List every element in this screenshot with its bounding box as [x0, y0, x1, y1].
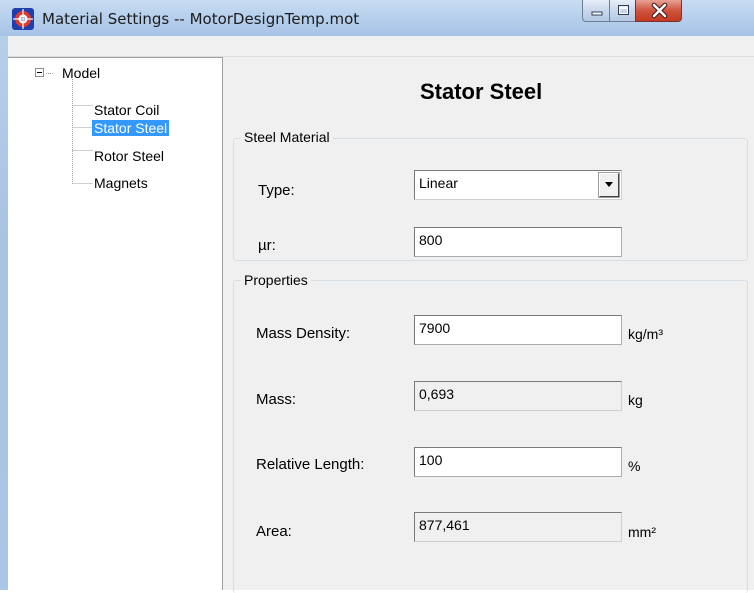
title-bar[interactable]: Material Settings -- MotorDesignTemp.mot: [0, 0, 754, 36]
tree-item-stator-steel[interactable]: Stator Steel: [92, 118, 170, 138]
mur-label: µr:: [258, 237, 276, 254]
mass-unit: kg: [628, 392, 643, 408]
tree-item-rotor-steel[interactable]: Rotor Steel: [94, 146, 164, 166]
minimize-button[interactable]: [582, 0, 610, 22]
type-label: Type:: [258, 182, 295, 199]
tree-item-label: Magnets: [94, 175, 148, 191]
area-output: 877,461: [414, 512, 622, 542]
close-icon: [651, 2, 668, 19]
tree-item-label: Model: [62, 65, 101, 81]
client-area: Model Stator Coil Stator Steel Rotor Ste…: [8, 36, 754, 593]
minimize-icon: [591, 11, 603, 16]
dropdown-button[interactable]: [598, 172, 620, 198]
steel-material-legend: Steel Material: [241, 129, 333, 145]
mass-density-label: Mass Density:: [256, 325, 351, 342]
area-unit: mm²: [628, 524, 656, 540]
mur-input[interactable]: 800: [414, 227, 622, 257]
type-dropdown-value: Linear: [419, 175, 458, 191]
window-title: Material Settings -- MotorDesignTemp.mot: [42, 10, 360, 28]
area-label: Area:: [256, 523, 292, 540]
tree-item-label: Rotor Steel: [94, 148, 165, 164]
maximize-button[interactable]: [609, 0, 636, 22]
mass-density-unit: kg/m³: [628, 326, 663, 342]
mass-output: 0,693: [414, 381, 622, 411]
mass-label: Mass:: [256, 391, 297, 408]
close-button[interactable]: [635, 0, 682, 22]
properties-legend: Properties: [241, 272, 311, 288]
tree-collapse-toggle[interactable]: [35, 68, 44, 77]
mass-density-input[interactable]: 7900: [414, 315, 622, 345]
maximize-icon: [618, 5, 629, 15]
tree-item-stator-coil[interactable]: Stator Coil: [94, 100, 159, 120]
type-dropdown[interactable]: Linear: [414, 170, 622, 200]
chevron-down-icon: [605, 182, 613, 187]
tree-item-magnets[interactable]: Magnets: [94, 173, 148, 193]
panel-title: Stator Steel: [420, 79, 543, 104]
relative-length-label: Relative Length:: [256, 456, 365, 473]
tree-item-label-selected: Stator Steel: [92, 120, 170, 136]
relative-length-input[interactable]: 100: [414, 447, 622, 477]
relative-length-unit: %: [628, 458, 641, 474]
material-settings-window: Material Settings -- MotorDesignTemp.mot: [0, 0, 754, 593]
tree-item-model[interactable]: Model: [62, 63, 100, 83]
motor-app-icon: [12, 8, 34, 30]
tree-item-label: Stator Coil: [94, 102, 160, 118]
